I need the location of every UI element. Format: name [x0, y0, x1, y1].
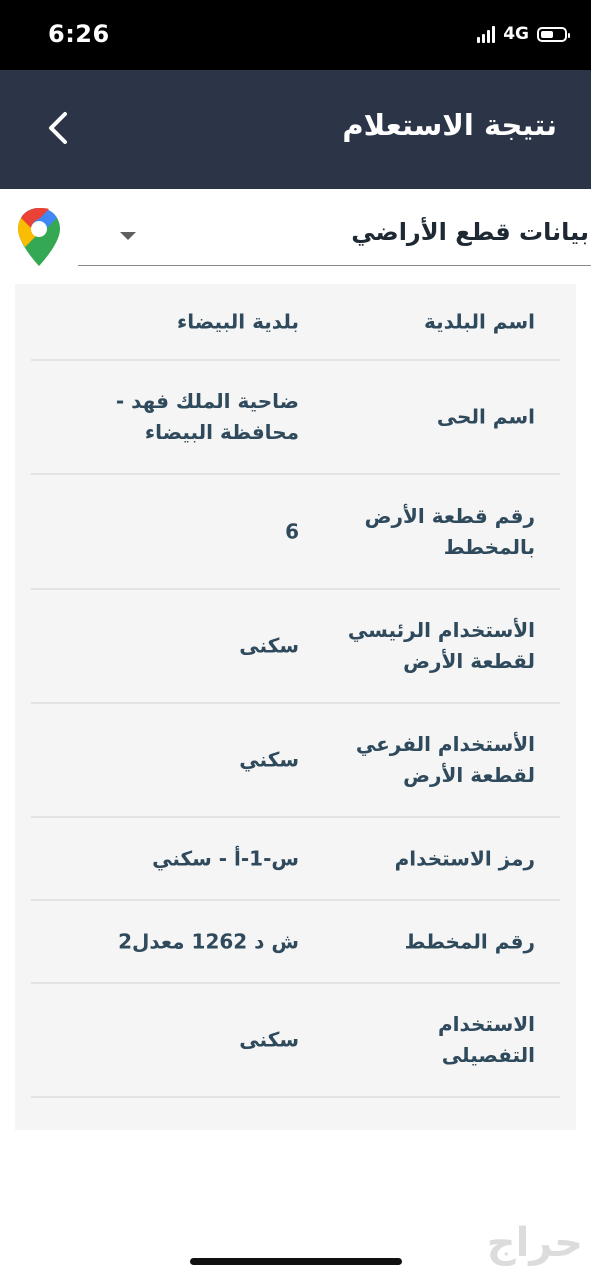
- info-row-plan-number: رقم المخطط ش د 1262 معدل2: [31, 901, 560, 984]
- signal-icon: [477, 25, 496, 43]
- status-indicators: 4G: [477, 24, 570, 44]
- info-row-sub-use: الأستخدام الفرعي لقطعة الأرض سكني: [31, 704, 560, 818]
- info-value: س-1-أ - سكني: [152, 846, 299, 870]
- status-bar: 6:26 4G: [0, 0, 591, 70]
- info-value: بلدية البيضاء: [177, 309, 299, 333]
- status-time: 6:26: [48, 20, 110, 48]
- info-row-district: اسم الحى ضاحية الملك فهد - محافظة البيضا…: [31, 361, 560, 475]
- info-row-use-code: رمز الاستخدام س-1-أ - سكني: [31, 818, 560, 901]
- network-type: 4G: [503, 24, 529, 44]
- home-indicator[interactable]: [190, 1258, 402, 1265]
- page-title: نتيجة الاستعلام: [342, 108, 557, 142]
- back-button[interactable]: [36, 106, 80, 150]
- info-value: ش د 1262 معدل2: [118, 929, 299, 953]
- google-maps-button[interactable]: [16, 206, 62, 268]
- info-label: اسم البلدية: [423, 309, 535, 333]
- section-dropdown[interactable]: بيانات قطع الأراضي: [78, 206, 591, 266]
- info-label: رقم قطعة الأرض بالمخطط: [364, 503, 535, 559]
- info-row-detailed-use: الاستخدام التفصيلى سكنى: [31, 984, 560, 1098]
- info-label: اسم الحى: [436, 404, 535, 429]
- info-value: 6: [285, 519, 299, 543]
- info-row-main-use: الأستخدام الرئيسي لقطعة الأرض سكنى: [31, 590, 560, 704]
- google-maps-pin-icon: [18, 208, 60, 266]
- info-value: سكنى: [239, 633, 299, 658]
- section-dropdown-value: بيانات قطع الأراضي: [351, 218, 589, 246]
- info-value: ضاحية الملك فهد - محافظة البيضاء: [115, 389, 299, 444]
- info-value: سكني: [239, 747, 299, 772]
- info-label: الاستخدام التفصيلى: [437, 1012, 535, 1067]
- chevron-left-icon: [49, 112, 67, 144]
- caret-down-icon: [120, 232, 136, 240]
- info-row-municipality: اسم البلدية بلدية البيضاء: [31, 284, 560, 361]
- info-label: الأستخدام الرئيسي لقطعة الأرض: [347, 618, 535, 673]
- info-label: رمز الاستخدام: [394, 846, 535, 870]
- info-value: سكنى: [239, 1027, 299, 1052]
- land-details-card: اسم البلدية بلدية البيضاء اسم الحى ضاحية…: [15, 284, 576, 1130]
- battery-icon: [537, 26, 570, 42]
- info-label: الأستخدام الفرعي لقطعة الأرض: [355, 732, 535, 787]
- info-label: رقم المخطط: [404, 929, 535, 953]
- app-header: نتيجة الاستعلام: [0, 70, 591, 189]
- info-row-plot-number: رقم قطعة الأرض بالمخطط 6: [31, 475, 560, 590]
- watermark-logo: حراج: [486, 1220, 583, 1266]
